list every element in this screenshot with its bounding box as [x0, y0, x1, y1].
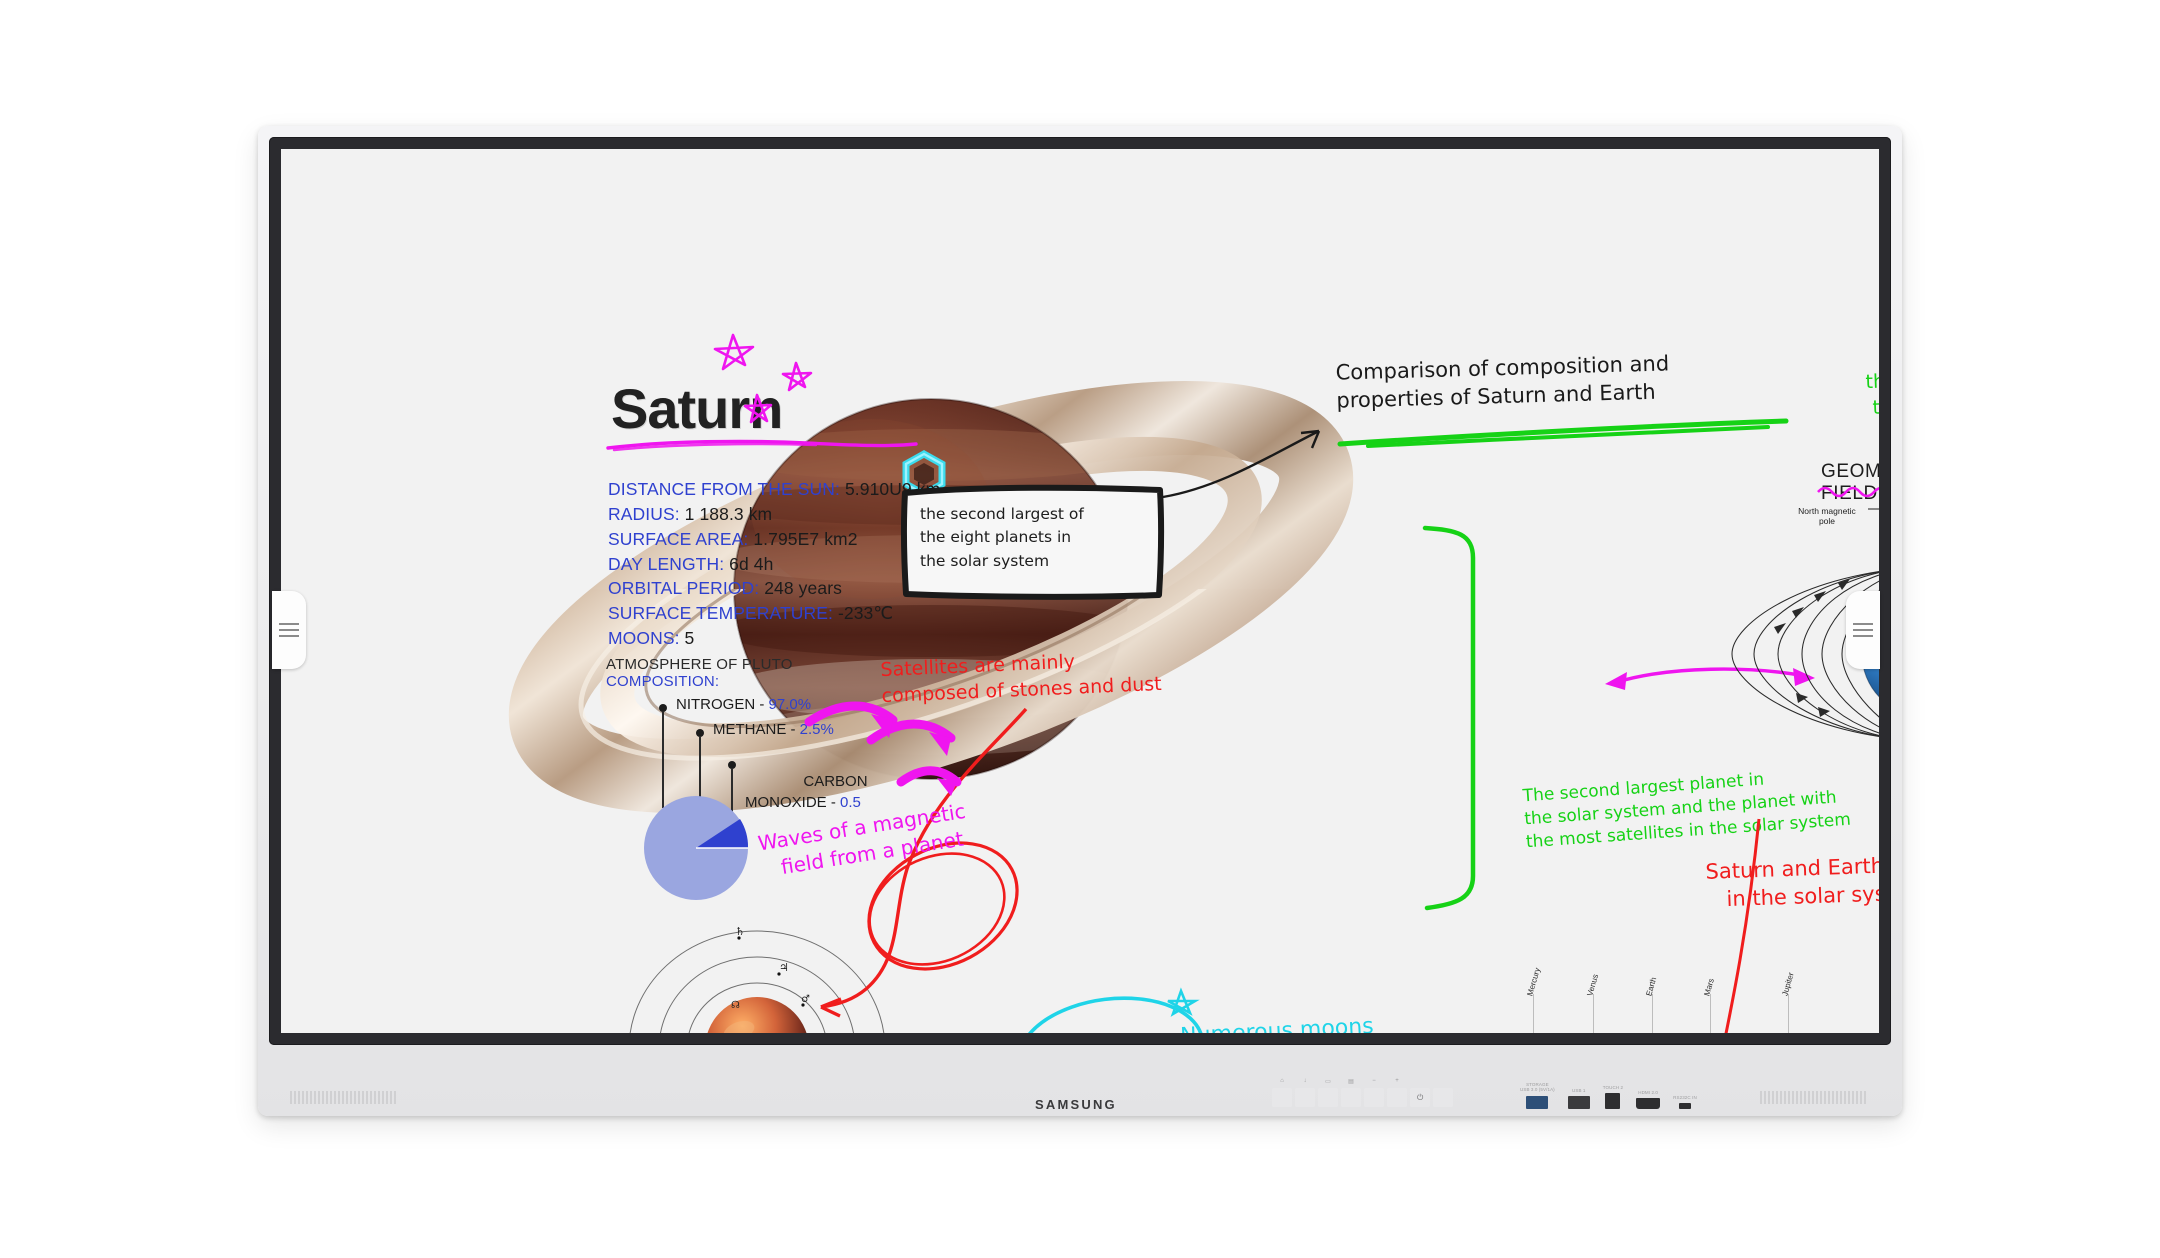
display-bezel: Saturn DISTANCE FROM THE SUN: 5.910U9 km…	[269, 137, 1891, 1045]
svg-text:♂: ♂	[801, 994, 810, 1005]
svg-text:☊: ☊	[731, 1000, 740, 1011]
minus-glyph: −	[1372, 1078, 1376, 1084]
left-grab-handle[interactable]	[272, 591, 306, 669]
key-extra[interactable]	[1433, 1088, 1453, 1107]
whiteboard-canvas[interactable]: Saturn DISTANCE FROM THE SUN: 5.910U9 km…	[281, 149, 1879, 1033]
annotation-role-magnetic: the role of the magnetic field	[1865, 370, 1879, 419]
annotation-comparison: Comparison of composition and properties…	[1335, 351, 1670, 413]
port-touch2[interactable]: TOUCH 2	[1603, 1085, 1623, 1109]
rs232c-jack-icon	[1678, 1102, 1691, 1109]
bullet-dot	[659, 704, 667, 712]
samsung-flip-device: Saturn DISTANCE FROM THE SUN: 5.910U9 km…	[258, 126, 1902, 1116]
key-grid[interactable]	[1341, 1088, 1361, 1107]
key-power[interactable]: ⏻	[1410, 1088, 1430, 1107]
port-hdmi2[interactable]: HDMI 2.0	[1636, 1090, 1661, 1109]
key-home[interactable]	[1272, 1088, 1292, 1107]
whiteboard-screen[interactable]: Saturn DISTANCE FROM THE SUN: 5.910U9 km…	[281, 149, 1879, 1033]
spec-row: MOONS: 5	[608, 628, 695, 649]
grid-glyph: ▤	[1348, 1079, 1354, 1085]
port-usb1[interactable]: USB 1	[1567, 1088, 1590, 1109]
composition-pie-chart	[644, 796, 749, 900]
home-glyph: ⌂	[1280, 1078, 1284, 1084]
leader-line	[662, 712, 664, 808]
note-to-title-arrow	[1162, 429, 1321, 499]
power-icon: ⏻	[1417, 1093, 1424, 1102]
bullet-dot	[728, 761, 736, 769]
key-volume-down[interactable]	[1364, 1088, 1384, 1107]
hdmi-jack-icon	[1636, 1097, 1661, 1109]
hardware-key-glyphs: ⌂ ↓ ▭ ▤ − +	[1272, 1078, 1407, 1085]
speaker-grille-right	[1760, 1091, 1868, 1104]
port-panel: STORAGE USB 3.0 (5V/1A) USB 1 TOUCH 2 HD…	[1520, 1082, 1697, 1109]
usb-b-jack-icon	[1605, 1092, 1621, 1109]
port-rs232c[interactable]: RS232C IN	[1673, 1095, 1697, 1109]
sticky-note-text: the second largest of the eight planets …	[920, 505, 1084, 570]
magenta-arrows-group	[804, 701, 962, 796]
tick-line	[1533, 994, 1534, 1033]
magenta-stars-decoration	[713, 333, 813, 424]
composition-item: NITROGEN - 97.0%	[676, 696, 812, 713]
key-screen[interactable]	[1318, 1088, 1338, 1107]
spec-row: SURFACE TEMPERATURE: -233℃	[608, 603, 894, 624]
screenshot-root: Saturn DISTANCE FROM THE SUN: 5.910U9 km…	[0, 0, 2160, 1258]
speaker-grille-left	[290, 1091, 398, 1104]
green-underline-stroke	[1337, 418, 1789, 448]
red-highlight-circles	[1724, 818, 1879, 1033]
usb-jack-icon	[1567, 1095, 1590, 1109]
green-bracket-stroke	[1422, 525, 1476, 911]
bullet-dot	[696, 729, 704, 737]
right-grab-handle[interactable]	[1846, 591, 1880, 669]
key-down[interactable]	[1295, 1088, 1315, 1107]
screen-glyph: ▭	[1325, 1079, 1331, 1085]
key-volume-up[interactable]	[1387, 1088, 1407, 1107]
handle-lines-icon	[1853, 623, 1873, 637]
cyan-circle-highlight	[1017, 987, 1205, 1033]
samsung-logo: SAMSUNG	[1035, 1097, 1117, 1112]
tick-line	[1593, 994, 1594, 1033]
plus-glyph: +	[1395, 1078, 1399, 1084]
usb3-jack-icon	[1526, 1095, 1549, 1109]
label-north-magnetic-pole: North magnetic pole	[1798, 506, 1856, 527]
svg-text:♃: ♃	[779, 961, 789, 974]
hardware-keypad[interactable]: ⏻	[1272, 1088, 1453, 1107]
port-usb-storage[interactable]: STORAGE USB 3.0 (5V/1A)	[1520, 1082, 1555, 1109]
down-glyph: ↓	[1303, 1078, 1307, 1084]
svg-text:♄: ♄	[735, 925, 745, 938]
handle-lines-icon	[279, 623, 299, 637]
